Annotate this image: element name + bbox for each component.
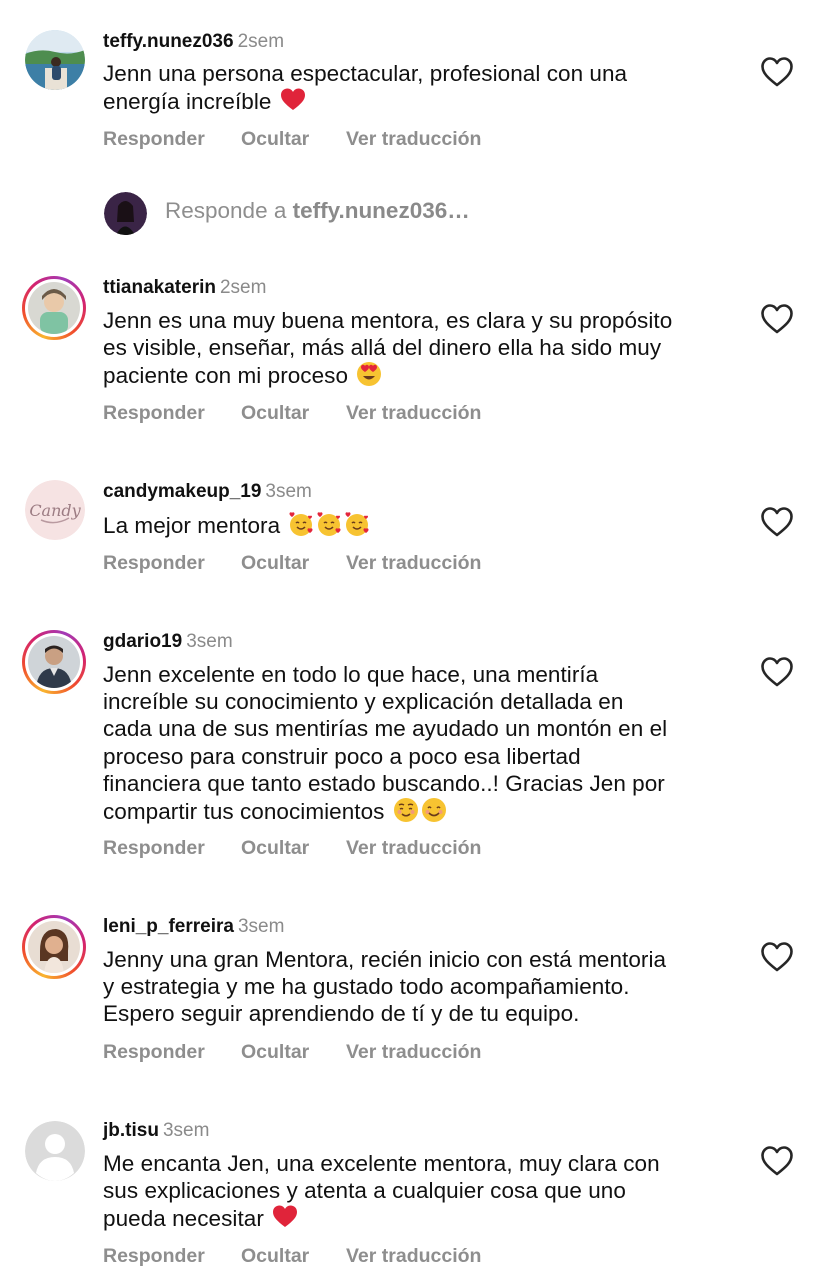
avatar[interactable]: [22, 276, 86, 340]
avatar[interactable]: [22, 915, 86, 979]
comment-line: La mejor mentora: [103, 513, 281, 538]
like-heart-icon[interactable]: [760, 1145, 794, 1177]
comment-text: Jenn excelente en todo lo que hace, una …: [103, 661, 733, 825]
avatar[interactable]: [22, 630, 86, 694]
translate-button[interactable]: Ver traducción: [346, 128, 481, 151]
current-user-avatar: [104, 192, 147, 235]
like-heart-icon[interactable]: [760, 56, 794, 88]
timestamp: 3sem: [186, 631, 233, 652]
comment-line: Jenn es una muy buena mentora, es clara …: [103, 308, 673, 333]
timestamp: 3sem: [162, 1120, 210, 1141]
comment-meta: leni_p_ferreira 3sem: [103, 915, 284, 939]
comment-line: increíble su conocimiento y explicación …: [103, 689, 624, 715]
reply-button[interactable]: Responder: [103, 1245, 205, 1268]
avatar-photo: [28, 282, 80, 334]
reply-button[interactable]: Responder: [103, 837, 205, 860]
comment-meta: teffy.nunez036 2sem: [103, 30, 284, 54]
comment-line: energía increíble: [103, 89, 272, 115]
avatar-photo: [28, 921, 80, 973]
username[interactable]: ttianakaterin: [103, 277, 216, 298]
timestamp: 2sem: [237, 31, 285, 52]
smiling-face-with-hearts-icon: [345, 512, 369, 536]
comment-line: sus explicaciones y atenta a cualquier c…: [103, 1178, 626, 1204]
hide-button[interactable]: Ocultar: [241, 837, 309, 860]
comment-text: Jenn es una muy buena mentora, es clara …: [103, 307, 733, 390]
username[interactable]: leni_p_ferreira: [103, 916, 234, 937]
reply-bar: Responde a teffy.nunez036…: [0, 190, 831, 238]
red-heart-icon: [273, 1205, 298, 1228]
comment-line: Jenn una persona espectacular, profesion…: [103, 61, 628, 86]
reply-prefix: Responde a: [165, 198, 293, 223]
translate-button[interactable]: Ver traducción: [346, 402, 481, 425]
translate-button[interactable]: Ver traducción: [346, 552, 481, 575]
comment-text: Jenny una gran Mentora, recién inicio co…: [103, 946, 733, 1028]
like-heart-icon[interactable]: [760, 303, 794, 335]
avatar-photo: [25, 30, 85, 90]
comment-meta: jb.tisu 3sem: [103, 1119, 209, 1143]
comment-text: La mejor mentora: [103, 511, 733, 539]
comments-screen: teffy.nunez036 2sem Jenn una persona espe…: [0, 0, 831, 1280]
hide-button[interactable]: Ocultar: [241, 1041, 309, 1064]
comment-line: pueda necesitar: [103, 1206, 264, 1232]
smiling-face-with-hearts-icon: [317, 512, 341, 536]
hide-button[interactable]: Ocultar: [241, 402, 309, 425]
comment-line: Jenn excelente en todo lo que hace, una …: [103, 662, 599, 687]
comment-text: Jenn una persona espectacular, profesion…: [103, 60, 733, 115]
reply-button[interactable]: Responder: [103, 128, 205, 151]
translate-button[interactable]: Ver traducción: [346, 1245, 481, 1268]
avatar[interactable]: [25, 30, 85, 90]
comment-meta: candymakeup_19 3sem: [103, 480, 312, 504]
username[interactable]: teffy.nunez036: [103, 31, 234, 52]
reply-input[interactable]: Responde a teffy.nunez036…: [165, 198, 725, 224]
timestamp: 2sem: [219, 277, 267, 298]
translate-button[interactable]: Ver traducción: [346, 1041, 481, 1064]
reply-button[interactable]: Responder: [103, 402, 205, 425]
avatar[interactable]: [25, 1121, 85, 1181]
comment-line: y estrategia y me ha gustado todo acompa…: [103, 974, 630, 1000]
hide-button[interactable]: Ocultar: [241, 552, 309, 575]
heart-eyes-face-icon: [357, 362, 382, 387]
comment-meta: gdario19 3sem: [103, 630, 233, 654]
comment-line: compartir tus conocimientos: [103, 799, 385, 825]
timestamp: 3sem: [237, 916, 285, 937]
username[interactable]: candymakeup_19: [103, 481, 261, 502]
comment-line: Jenny una gran Mentora, recién inicio co…: [103, 947, 667, 972]
like-heart-icon[interactable]: [760, 506, 794, 538]
smiling-face-with-hearts-icon: [289, 512, 313, 536]
smiling-face-icon: [393, 798, 418, 823]
timestamp: 3sem: [265, 481, 312, 502]
hide-button[interactable]: Ocultar: [241, 128, 309, 151]
reply-button[interactable]: Responder: [103, 552, 205, 575]
red-heart-icon: [280, 88, 305, 111]
reply-button[interactable]: Responder: [103, 1041, 205, 1064]
like-heart-icon[interactable]: [760, 941, 794, 973]
comment-text: Me encanta Jen, una excelente mentora, m…: [103, 1150, 733, 1233]
comment-meta: ttianakaterin 2sem: [103, 276, 266, 300]
comment-line: es visible, enseñar, más allá del dinero…: [103, 335, 662, 361]
comment-line: proceso para construir poco a poco esa l…: [103, 743, 581, 769]
comment-line: paciente con mi proceso: [103, 363, 349, 389]
avatar-logo-text: Candy: [29, 501, 81, 520]
username[interactable]: jb.tisu: [103, 1120, 159, 1141]
reply-target: teffy.nunez036…: [292, 198, 470, 223]
translate-button[interactable]: Ver traducción: [346, 837, 481, 860]
smiling-face-with-smiling-eyes-icon: [421, 798, 446, 823]
avatar-photo: [28, 636, 80, 688]
avatar-photo: [104, 192, 147, 235]
username[interactable]: gdario19: [103, 631, 182, 652]
comment-line: cada una de sus mentirías me ayudado un …: [103, 716, 668, 742]
default-avatar-icon: [25, 1121, 85, 1181]
avatar[interactable]: Candy: [25, 480, 85, 540]
avatar-photo: Candy: [25, 480, 85, 540]
like-heart-icon[interactable]: [760, 656, 794, 688]
comment-line: Me encanta Jen, una excelente mentora, m…: [103, 1151, 660, 1176]
comment-line: financiera que tanto estado buscando..! …: [103, 770, 665, 796]
hide-button[interactable]: Ocultar: [241, 1245, 309, 1268]
comment-line: Espero seguir aprendiendo de tí y de tu …: [103, 1001, 580, 1027]
